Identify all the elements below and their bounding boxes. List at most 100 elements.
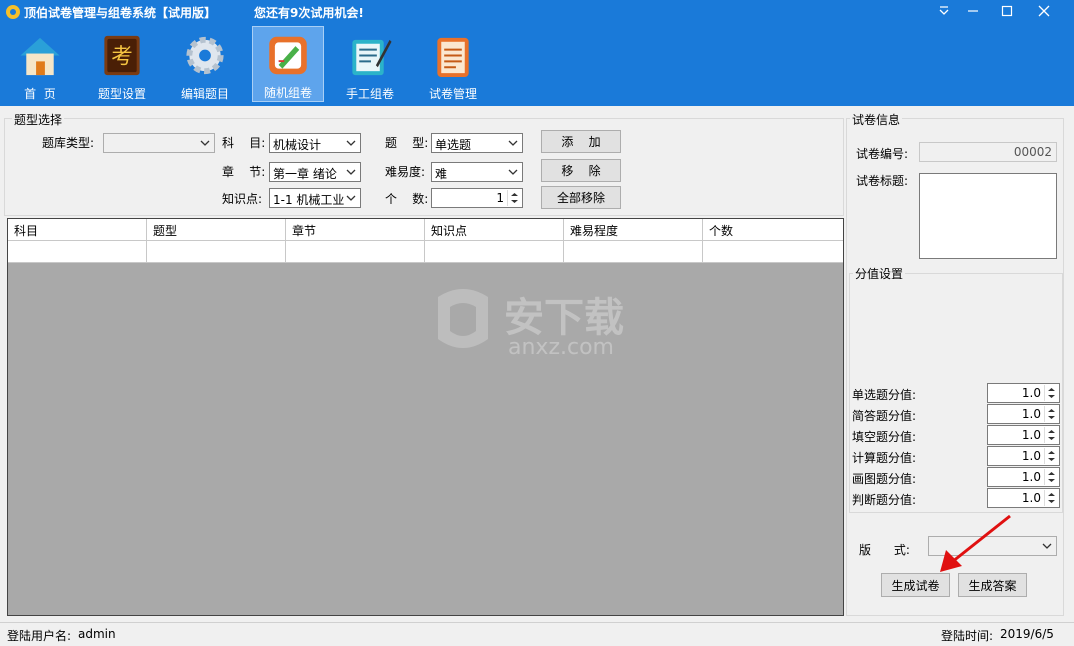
table-cell[interactable] bbox=[703, 241, 842, 262]
bank-type-select[interactable] bbox=[103, 133, 215, 153]
spin-arrows-icon bbox=[1048, 493, 1055, 503]
true-false-score-stepper[interactable]: 1.0 bbox=[987, 488, 1060, 508]
drawing-score-label: 画图题分值: bbox=[852, 472, 917, 486]
difficulty-select[interactable]: 难 bbox=[431, 162, 523, 182]
watermark: 安下载 anxz.com bbox=[428, 279, 668, 369]
question-select-title: 题型选择 bbox=[12, 111, 65, 128]
true-false-score-label: 判断题分值: bbox=[852, 493, 917, 507]
shield-logo-icon bbox=[438, 289, 488, 348]
column-header[interactable]: 难易程度 bbox=[564, 219, 703, 240]
toolbar-manual-paper-button[interactable]: 手工组卷 bbox=[334, 26, 406, 102]
subject-select[interactable]: 机械设计 bbox=[269, 133, 361, 153]
short-answer-score-label: 简答题分值: bbox=[852, 409, 917, 423]
chevron-down-icon bbox=[508, 140, 518, 146]
paper-number-field[interactable]: 00002 bbox=[919, 142, 1057, 162]
chevron-down-icon bbox=[200, 140, 210, 146]
user-label: 登陆用户名: bbox=[7, 629, 72, 643]
stepper-arrows[interactable] bbox=[507, 190, 521, 206]
count-label: 个 数: bbox=[385, 192, 429, 206]
subject-label: 科 目: bbox=[222, 136, 266, 150]
column-header[interactable]: 题型 bbox=[147, 219, 286, 240]
table-cell[interactable] bbox=[425, 241, 564, 262]
chapter-select[interactable]: 第一章 绪论 bbox=[269, 162, 361, 182]
home-icon bbox=[20, 37, 60, 76]
toolbar-label: 随机组卷 bbox=[263, 86, 312, 100]
dropdown-menu-icon bbox=[939, 6, 949, 15]
single-choice-score-stepper[interactable]: 1.0 bbox=[987, 383, 1060, 403]
chevron-down-icon bbox=[346, 195, 356, 201]
question-grid[interactable]: 科目 题型 章节 知识点 难易程度 个数 安下载 anxz.com bbox=[7, 218, 844, 616]
stepper-arrows[interactable] bbox=[1044, 385, 1058, 401]
short-answer-score-stepper[interactable]: 1.0 bbox=[987, 404, 1060, 424]
table-cell[interactable] bbox=[564, 241, 703, 262]
window-title: 顶伯试卷管理与组卷系统【试用版】 bbox=[24, 6, 217, 20]
remove-button[interactable]: 移 除 bbox=[541, 159, 621, 182]
spin-arrows-icon bbox=[1048, 388, 1055, 398]
paper-title-label: 试卷标题: bbox=[856, 174, 909, 188]
app-logo-icon bbox=[6, 5, 20, 19]
bank-type-label: 题库类型: bbox=[42, 136, 95, 150]
spin-arrows-icon bbox=[1048, 409, 1055, 419]
add-button[interactable]: 添 加 bbox=[541, 130, 621, 153]
toolbar-edit-question-button[interactable]: 编辑题目 bbox=[169, 26, 241, 102]
stepper-arrows[interactable] bbox=[1044, 448, 1058, 464]
column-header[interactable]: 个数 bbox=[703, 219, 842, 240]
close-button[interactable] bbox=[1026, 0, 1062, 22]
paper-info-title-overlay: 试卷信息 bbox=[850, 111, 903, 128]
stepper-arrows[interactable] bbox=[1044, 406, 1058, 422]
fill-blank-score-stepper[interactable]: 1.0 bbox=[987, 425, 1060, 445]
fill-blank-score-label: 填空题分值: bbox=[852, 430, 917, 444]
toolbar-label: 试卷管理 bbox=[428, 87, 477, 101]
knowledge-select[interactable]: 1-1 机械工业 bbox=[269, 188, 361, 208]
maximize-button[interactable] bbox=[989, 0, 1025, 22]
toolbar-random-paper-button[interactable]: 随机组卷 bbox=[252, 26, 324, 102]
stepper-arrows[interactable] bbox=[1044, 490, 1058, 506]
stepper-arrows[interactable] bbox=[1044, 427, 1058, 443]
clipboard-icon bbox=[437, 37, 469, 78]
close-icon bbox=[1038, 5, 1050, 17]
calculation-score-label: 计算题分值: bbox=[852, 451, 917, 465]
spin-arrows-icon bbox=[1048, 451, 1055, 461]
score-settings-title: 分值设置 bbox=[853, 265, 906, 282]
drawing-score-stepper[interactable]: 1.0 bbox=[987, 467, 1060, 487]
column-header[interactable]: 科目 bbox=[8, 219, 147, 240]
qtype-select[interactable]: 单选题 bbox=[431, 133, 523, 153]
column-header[interactable]: 章节 bbox=[286, 219, 425, 240]
chevron-down-icon bbox=[346, 169, 356, 175]
count-stepper[interactable]: 1 bbox=[431, 188, 523, 208]
watermark-url: anxz.com bbox=[508, 335, 614, 360]
knowledge-label: 知识点: bbox=[222, 192, 263, 206]
qtype-value: 单选题 bbox=[435, 138, 472, 152]
chapter-label: 章 节: bbox=[222, 165, 266, 179]
toolbar-paper-management-button[interactable]: 试卷管理 bbox=[417, 26, 489, 102]
difficulty-label: 难易度: bbox=[385, 165, 426, 179]
gear-icon bbox=[186, 36, 224, 75]
toolbar-home-button[interactable]: 首 页 bbox=[4, 26, 76, 102]
paper-title-field[interactable] bbox=[919, 173, 1057, 259]
minimize-icon bbox=[968, 10, 978, 12]
knowledge-value: 1-1 机械工业 bbox=[273, 193, 345, 207]
table-cell[interactable] bbox=[286, 241, 425, 262]
table-row[interactable] bbox=[8, 241, 843, 263]
toolbar-question-type-button[interactable]: 考 题型设置 bbox=[86, 26, 158, 102]
user-value: admin bbox=[78, 627, 116, 641]
calculation-score-stepper[interactable]: 1.0 bbox=[987, 446, 1060, 466]
chevron-down-icon bbox=[346, 140, 356, 146]
notebook-pen-icon bbox=[352, 39, 392, 76]
toolbar-label: 首 页 bbox=[24, 87, 56, 101]
column-header[interactable]: 知识点 bbox=[425, 219, 564, 240]
stepper-arrows[interactable] bbox=[1044, 469, 1058, 485]
toolbar-label: 题型设置 bbox=[97, 87, 146, 101]
table-cell[interactable] bbox=[147, 241, 286, 262]
login-time-value: 2019/6/5 bbox=[1000, 627, 1054, 641]
remove-all-button[interactable]: 全部移除 bbox=[541, 186, 621, 209]
table-cell[interactable] bbox=[8, 241, 147, 262]
status-bar: 登陆用户名: admin 登陆时间: 2019/6/5 bbox=[0, 622, 1074, 646]
title-bar: 顶伯试卷管理与组卷系统【试用版】 您还有9次试用机会! bbox=[0, 0, 1074, 24]
minimize-button[interactable] bbox=[955, 0, 991, 22]
annotation-arrow-icon bbox=[940, 514, 1011, 572]
chapter-value: 第一章 绪论 bbox=[273, 167, 337, 181]
edit-icon bbox=[269, 36, 307, 75]
chevron-down-icon bbox=[508, 169, 518, 175]
format-label: 版 式: bbox=[859, 543, 910, 557]
